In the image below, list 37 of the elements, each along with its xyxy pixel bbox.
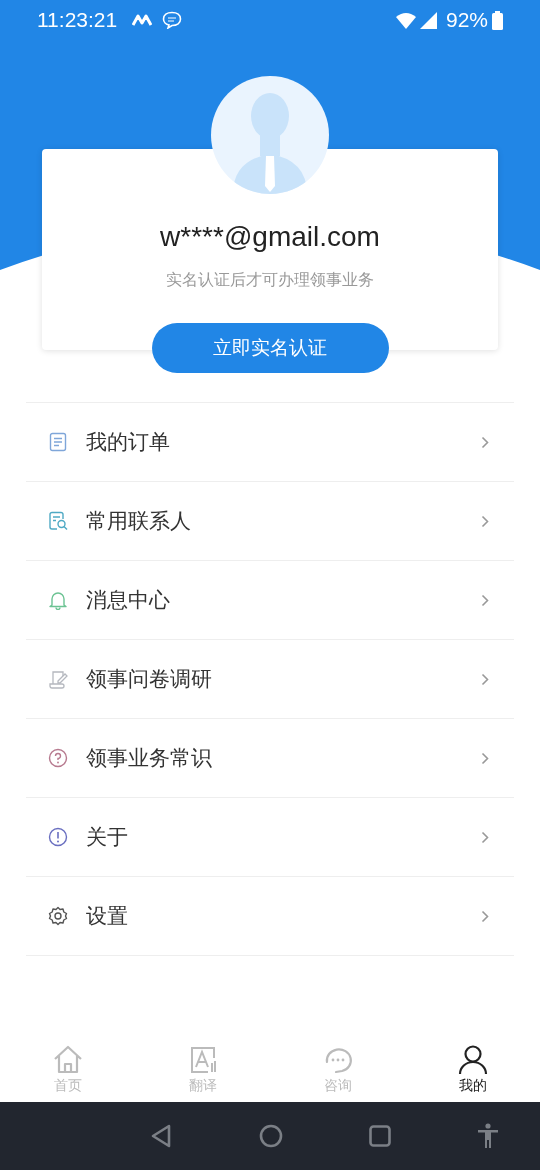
settings-icon bbox=[48, 906, 68, 926]
chevron-right-icon bbox=[481, 751, 489, 765]
document-icon bbox=[48, 432, 68, 452]
wifi-icon bbox=[394, 11, 417, 29]
menu-item[interactable]: 领事问卷调研 bbox=[26, 640, 514, 719]
account-email: w****@gmail.com bbox=[160, 222, 380, 252]
verify-button[interactable]: 立即实名认证 bbox=[151, 323, 389, 373]
person-icon bbox=[456, 1043, 489, 1076]
battery-percent: 92% bbox=[445, 7, 488, 34]
home-circle-icon[interactable] bbox=[259, 1124, 283, 1148]
chevron-right-icon bbox=[481, 593, 489, 607]
menu-item[interactable]: 常用联系人 bbox=[26, 482, 514, 561]
menu-item[interactable]: 关于 bbox=[26, 798, 514, 877]
accessibility-icon[interactable] bbox=[477, 1123, 499, 1149]
signal-icon bbox=[419, 11, 438, 29]
chat-bubble-icon bbox=[162, 11, 183, 29]
menu-item[interactable]: 我的订单 bbox=[26, 403, 514, 482]
battery-icon bbox=[492, 10, 503, 30]
tab[interactable]: 我的 bbox=[405, 1035, 540, 1102]
recents-icon[interactable] bbox=[369, 1125, 391, 1147]
menu-item[interactable]: 设置 bbox=[26, 877, 514, 956]
back-icon[interactable] bbox=[150, 1124, 172, 1148]
bell-icon bbox=[48, 590, 68, 610]
magnifier-document-icon bbox=[48, 511, 68, 531]
verification-hint: 实名认证后才可办理领事业务 bbox=[166, 270, 374, 290]
chevron-right-icon bbox=[481, 830, 489, 844]
menu-item[interactable]: 领事业务常识 bbox=[26, 719, 514, 798]
chevron-right-icon bbox=[481, 514, 489, 528]
exclamation-icon bbox=[48, 827, 68, 847]
chevron-right-icon bbox=[481, 672, 489, 686]
chevron-right-icon bbox=[481, 909, 489, 923]
pen-scroll-icon bbox=[48, 669, 68, 689]
status-time: 11:23:21 bbox=[37, 7, 118, 34]
menu-item[interactable]: 消息中心 bbox=[26, 561, 514, 640]
app-logo-icon bbox=[132, 14, 153, 26]
question-icon bbox=[48, 748, 68, 768]
chevron-right-icon bbox=[481, 435, 489, 449]
